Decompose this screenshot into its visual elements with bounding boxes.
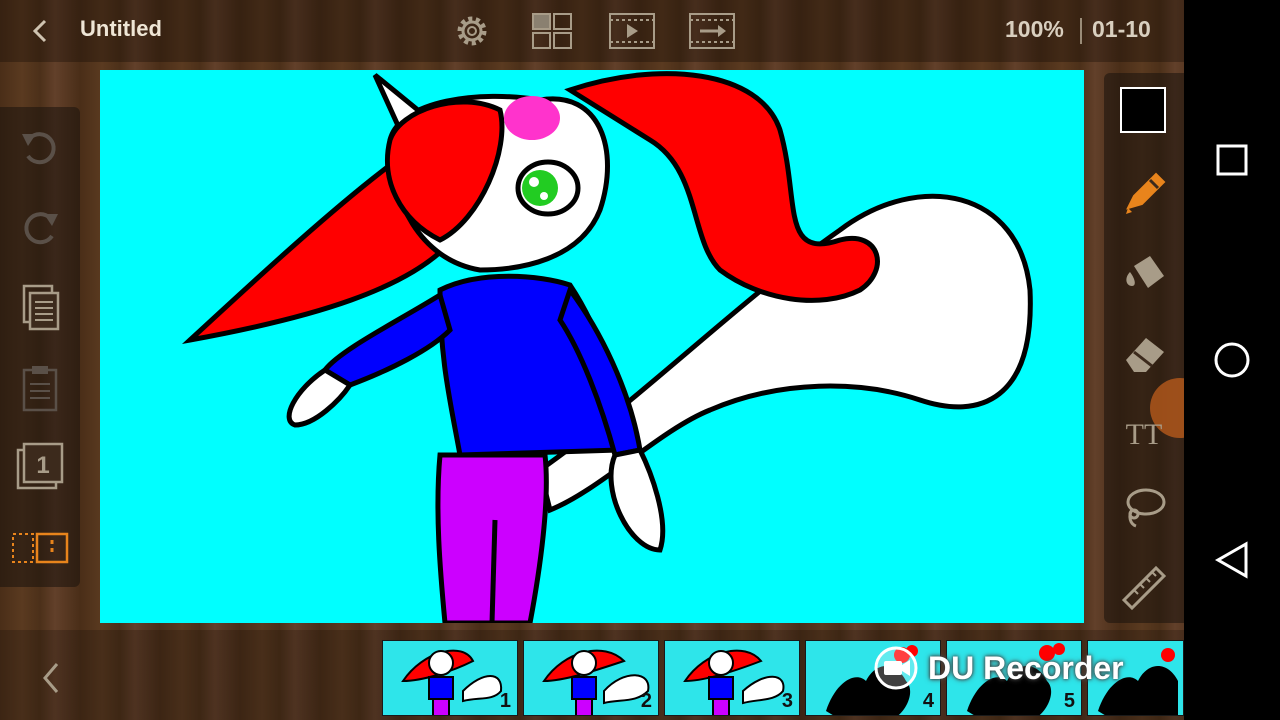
redo-icon (24, 212, 58, 245)
paste-button[interactable] (14, 362, 66, 414)
color-picker-swatch[interactable] (1120, 87, 1166, 133)
document-title: Untitled (80, 16, 162, 41)
frame-number: 5 (1063, 690, 1075, 712)
frame-preview (542, 649, 650, 715)
frame-select-icon (12, 532, 69, 564)
ruler-tool-button[interactable] (1118, 562, 1170, 614)
eraser-icon (1126, 338, 1164, 372)
triangle-back-icon (1214, 541, 1248, 579)
grid-icon (532, 13, 572, 49)
back-button[interactable] (24, 14, 56, 48)
bucket-icon (1126, 256, 1164, 288)
ruler-icon (1121, 565, 1167, 611)
gear-icon (457, 16, 487, 46)
frame-number: 2 (640, 690, 652, 712)
camera-icon (874, 646, 918, 690)
watermark-text: DU Recorder (928, 649, 1124, 686)
frame-thumbnail-3[interactable]: 3 (664, 640, 800, 716)
chevron-left-icon (43, 663, 59, 693)
lasso-tool-button[interactable] (1118, 482, 1170, 534)
app-window: Untitled 100% 01-10 1 TT 1 2 3 4 5 DU Re… (0, 0, 1184, 720)
export-button[interactable] (687, 10, 737, 52)
square-icon (1216, 144, 1248, 176)
settings-button[interactable] (447, 10, 497, 52)
drawing-canvas[interactable] (100, 70, 1084, 623)
frame-number: 3 (781, 690, 793, 712)
text-icon: TT (1126, 418, 1163, 451)
eraser-tool-button[interactable] (1118, 326, 1170, 378)
chevron-left-icon (32, 19, 47, 43)
undo-icon (22, 132, 56, 165)
lasso-icon (1126, 488, 1166, 528)
layers-button[interactable] (527, 10, 577, 52)
header-divider (1080, 18, 1082, 44)
frame-mode-button[interactable] (10, 522, 70, 574)
layer-number: 1 (36, 452, 49, 479)
layer-button[interactable]: 1 (14, 440, 66, 492)
film-export-icon (689, 13, 735, 49)
fill-tool-button[interactable] (1118, 246, 1170, 298)
recents-button[interactable] (1212, 140, 1252, 180)
home-button[interactable] (1212, 340, 1252, 380)
frame-preview (401, 649, 503, 715)
frame-thumbnail-2[interactable]: 2 (523, 640, 659, 716)
frame-number: 1 (499, 690, 511, 712)
film-play-icon (609, 13, 655, 49)
recorder-watermark: DU Recorder (872, 646, 1124, 690)
copy-icon (22, 284, 60, 331)
system-navigation-bar (1184, 0, 1280, 720)
left-toolbar (0, 107, 80, 587)
character-drawing (181, 71, 1033, 623)
frame-thumbnail-1[interactable]: 1 (382, 640, 518, 716)
copy-button[interactable] (14, 282, 66, 334)
pencil-tool-button[interactable] (1118, 166, 1170, 218)
redo-button[interactable] (14, 202, 66, 254)
text-tool-label: TT (1126, 418, 1163, 451)
clipboard-icon (22, 366, 58, 412)
circle-icon (1214, 342, 1250, 378)
frame-range[interactable]: 01-10 (1092, 16, 1151, 43)
frame-preview (683, 649, 785, 715)
text-tool-button[interactable]: TT (1118, 404, 1170, 456)
back-nav-button[interactable] (1212, 540, 1252, 580)
layer-1-icon: 1 (16, 442, 64, 490)
pencil-icon (1126, 172, 1166, 214)
frame-number: 4 (922, 690, 934, 712)
zoom-level[interactable]: 100% (1005, 16, 1064, 43)
undo-button[interactable] (14, 122, 66, 174)
play-button[interactable] (607, 10, 657, 52)
timeline-back-button[interactable] (34, 658, 68, 698)
